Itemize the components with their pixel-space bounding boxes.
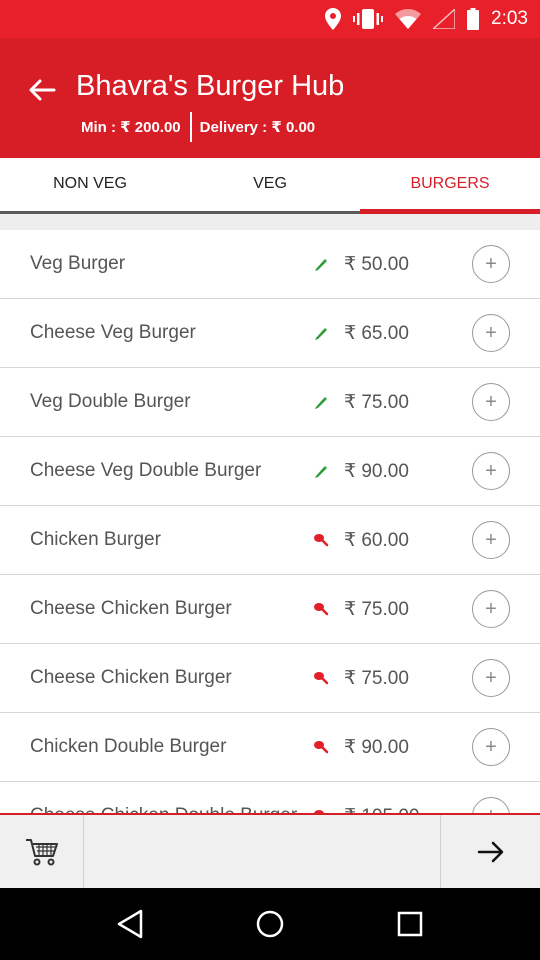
delivery-fee-text: Delivery : ₹ 0.00 bbox=[199, 119, 316, 136]
item-price: ₹ 90.00 bbox=[344, 736, 409, 758]
nav-recents-button[interactable] bbox=[385, 899, 435, 949]
add-item-button[interactable]: + bbox=[472, 659, 510, 697]
tab-burgers[interactable]: BURGERS bbox=[360, 158, 540, 214]
add-item-button[interactable]: + bbox=[472, 521, 510, 559]
list-item[interactable]: Veg Burger ₹ 50.00 + bbox=[0, 230, 540, 299]
add-item-button[interactable]: + bbox=[472, 245, 510, 283]
category-tabs: NON VEG VEG BURGERS bbox=[0, 158, 540, 214]
list-top-spacer bbox=[0, 214, 540, 230]
status-bar: 2:03 bbox=[0, 0, 540, 38]
app-bar: Bhavra's Burger Hub Min : ₹ 200.00 Deliv… bbox=[0, 38, 540, 158]
item-price: ₹ 75.00 bbox=[344, 391, 409, 413]
nonveg-indicator-icon bbox=[312, 600, 330, 618]
item-price: ₹ 65.00 bbox=[344, 322, 409, 344]
cart-bar bbox=[0, 813, 540, 888]
item-price: ₹ 75.00 bbox=[344, 667, 409, 689]
triangle-back-icon bbox=[117, 909, 143, 939]
add-item-button[interactable]: + bbox=[472, 452, 510, 490]
nav-home-button[interactable] bbox=[245, 899, 295, 949]
list-item[interactable]: Chicken Burger ₹ 60.00 + bbox=[0, 506, 540, 575]
veg-indicator-icon bbox=[312, 462, 330, 480]
battery-icon bbox=[467, 7, 480, 31]
list-item[interactable]: Cheese Chicken Burger ₹ 75.00 + bbox=[0, 575, 540, 644]
vibrate-icon bbox=[353, 7, 384, 31]
item-price: ₹ 75.00 bbox=[344, 598, 409, 620]
nonveg-indicator-icon bbox=[312, 669, 330, 687]
tab-veg[interactable]: VEG bbox=[180, 158, 360, 211]
add-item-button[interactable]: + bbox=[472, 314, 510, 352]
arrow-left-icon bbox=[29, 79, 56, 101]
item-price: ₹ 50.00 bbox=[344, 253, 409, 275]
item-name: Cheese Veg Double Burger bbox=[30, 460, 262, 481]
item-name: Cheese Veg Burger bbox=[30, 322, 196, 343]
square-recents-icon bbox=[397, 911, 423, 937]
circle-home-icon bbox=[256, 910, 284, 938]
add-item-button[interactable]: + bbox=[472, 797, 510, 814]
system-nav-bar bbox=[0, 888, 540, 960]
item-name: Cheese Chicken Burger bbox=[30, 667, 232, 688]
add-item-button[interactable]: + bbox=[472, 590, 510, 628]
menu-item-list[interactable]: Veg Burger ₹ 50.00 + Cheese Veg Burger ₹ 65.… bbox=[0, 214, 540, 814]
veg-indicator-icon bbox=[312, 255, 330, 273]
item-name: Chicken Burger bbox=[30, 529, 161, 550]
veg-indicator-icon bbox=[312, 393, 330, 411]
add-item-button[interactable]: + bbox=[472, 383, 510, 421]
item-price: ₹ 90.00 bbox=[344, 460, 409, 482]
status-time: 2:03 bbox=[491, 8, 528, 29]
back-button[interactable] bbox=[22, 70, 62, 110]
cart-icon bbox=[25, 838, 58, 865]
wifi-icon bbox=[395, 7, 422, 31]
item-name: Veg Burger bbox=[30, 253, 126, 274]
item-name: Cheese Chicken Burger bbox=[30, 598, 232, 619]
min-order-text: Min : ₹ 200.00 bbox=[81, 119, 181, 136]
list-item[interactable]: Cheese Chicken Double Burger₹ 105.00+ bbox=[0, 782, 540, 814]
signal-icon bbox=[433, 7, 456, 31]
cart-button[interactable] bbox=[0, 815, 84, 888]
info-divider bbox=[189, 112, 192, 142]
next-button[interactable] bbox=[440, 815, 540, 888]
item-name: Chicken Double Burger bbox=[30, 736, 227, 757]
nav-back-button[interactable] bbox=[105, 899, 155, 949]
arrow-right-icon bbox=[477, 841, 503, 862]
list-item[interactable]: Cheese Veg Double Burger ₹ 90.00 + bbox=[0, 437, 540, 506]
tab-non-veg[interactable]: NON VEG bbox=[0, 158, 180, 211]
page-title: Bhavra's Burger Hub bbox=[76, 70, 345, 102]
item-price: ₹ 60.00 bbox=[344, 529, 409, 551]
item-name: Veg Double Burger bbox=[30, 391, 191, 412]
veg-indicator-icon bbox=[312, 324, 330, 342]
list-item[interactable]: Veg Double Burger ₹ 75.00 + bbox=[0, 368, 540, 437]
list-item[interactable]: Cheese Chicken Burger ₹ 75.00 + bbox=[0, 644, 540, 713]
list-item[interactable]: Chicken Double Burger ₹ 90.00 + bbox=[0, 713, 540, 782]
add-item-button[interactable]: + bbox=[472, 728, 510, 766]
list-item[interactable]: Cheese Veg Burger ₹ 65.00 + bbox=[0, 299, 540, 368]
nonveg-indicator-icon bbox=[312, 738, 330, 756]
cart-summary bbox=[84, 815, 440, 888]
location-icon bbox=[325, 7, 342, 31]
order-info: Min : ₹ 200.00 Delivery : ₹ 0.00 bbox=[81, 112, 315, 142]
nonveg-indicator-icon bbox=[312, 531, 330, 549]
